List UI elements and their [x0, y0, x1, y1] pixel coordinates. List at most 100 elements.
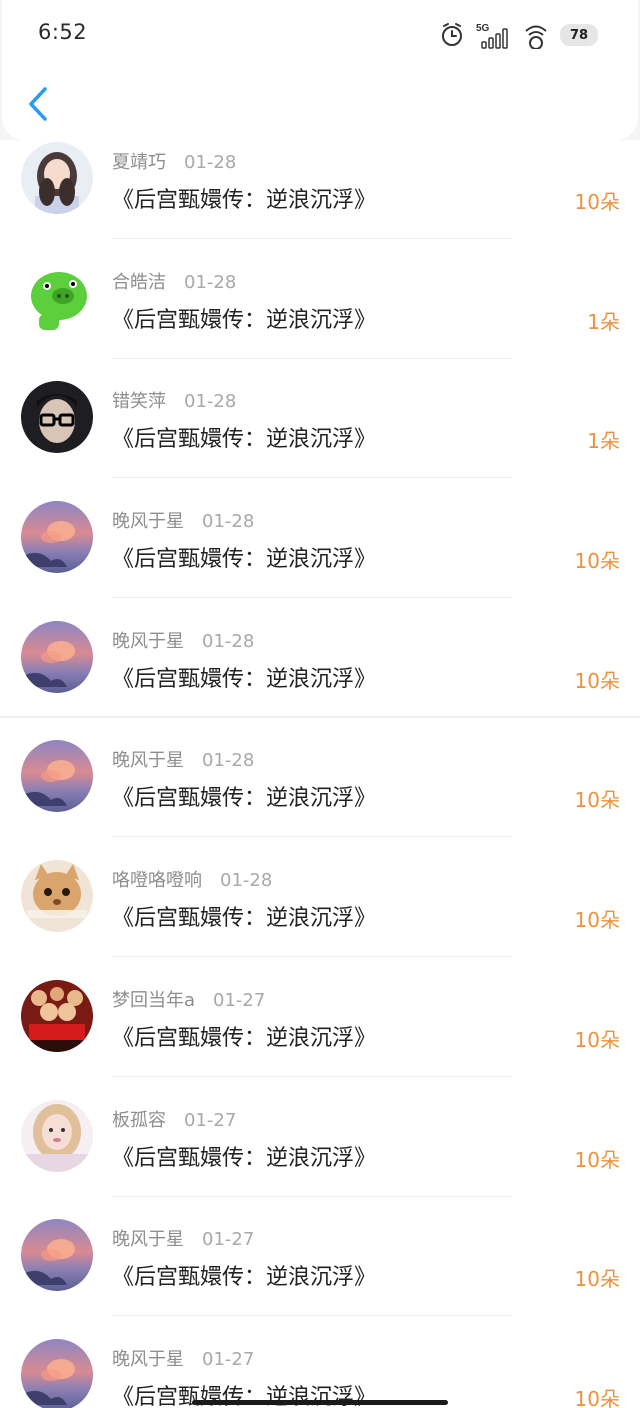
record-meta: 合皓洁 01-28 — [112, 268, 236, 294]
user-avatar[interactable] — [21, 261, 93, 334]
gift-amount: 1朵 — [587, 309, 620, 334]
record-meta: 晚风于星 01-28 — [112, 627, 254, 653]
battery-icon: 78 — [560, 18, 598, 52]
signal-icon: 5G — [476, 18, 512, 52]
record-row[interactable]: 夏靖巧 01-28 《后宫甄嬛传：逆浪沉浮》 10朵 — [0, 140, 640, 260]
record-row[interactable]: 晚风于星 01-28 《后宫甄嬛传：逆浪沉浮》 10朵 — [0, 619, 640, 739]
gift-amount: 10朵 — [574, 190, 620, 214]
row-divider — [112, 238, 512, 239]
record-row[interactable]: 合皓洁 01-28 《后宫甄嬛传：逆浪沉浮》 1朵 — [0, 260, 640, 380]
record-date: 01-27 — [202, 1348, 255, 1370]
gift-amount: 1朵 — [587, 429, 620, 454]
book-title[interactable]: 《后宫甄嬛传：逆浪沉浮》 — [112, 900, 376, 932]
record-row[interactable]: 晚风于星 01-27 《后宫甄嬛传：逆浪沉浮》 10朵 — [0, 1217, 640, 1337]
user-name[interactable]: 错笑萍 — [112, 391, 166, 412]
record-meta: 晚风于星 01-27 — [112, 1345, 254, 1371]
user-avatar[interactable] — [21, 1219, 93, 1292]
status-icons: 5G 78 — [440, 18, 598, 52]
user-avatar[interactable] — [21, 620, 93, 693]
user-name[interactable]: 晚风于星 — [112, 750, 184, 771]
book-title[interactable]: 《后宫甄嬛传：逆浪沉浮》 — [112, 302, 376, 334]
book-title[interactable]: 《后宫甄嬛传：逆浪沉浮》 — [112, 661, 376, 693]
row-divider — [112, 1075, 512, 1077]
header: 6:52 5G 78 — [2, 0, 638, 140]
user-avatar[interactable] — [21, 1338, 93, 1408]
record-row[interactable]: 板孤容 01-27 《后宫甄嬛传：逆浪沉浮》 10朵 — [0, 1098, 640, 1218]
row-divider — [112, 1195, 512, 1197]
gift-amount: 10朵 — [574, 668, 620, 693]
user-avatar[interactable] — [21, 142, 93, 214]
record-date: 01-27 — [213, 989, 266, 1011]
gift-amount: 10朵 — [574, 1147, 620, 1172]
alarm-icon — [440, 18, 464, 52]
network-label: 5G — [476, 23, 490, 34]
user-avatar[interactable] — [21, 740, 93, 813]
record-meta: 错笑萍 01-28 — [112, 387, 236, 413]
screen: 6:52 5G 78 夏靖巧 01-28 《后宫甄嬛传：逆浪沉浮》 10朵 合皓… — [0, 0, 640, 1408]
record-row[interactable]: 晚风于星 01-28 《后宫甄嬛传：逆浪沉浮》 10朵 — [0, 499, 640, 619]
record-date: 01-28 — [184, 271, 237, 293]
user-name[interactable]: 晚风于星 — [112, 1229, 184, 1250]
user-avatar[interactable] — [21, 501, 93, 574]
row-divider — [112, 357, 512, 359]
row-divider — [112, 836, 512, 838]
user-name[interactable]: 晚风于星 — [112, 511, 184, 532]
user-name[interactable]: 板孤容 — [112, 1110, 166, 1131]
gift-record-list: 夏靖巧 01-28 《后宫甄嬛传：逆浪沉浮》 10朵 合皓洁 01-28 《后宫甄嬛传：逆浪… — [0, 140, 640, 1408]
book-title[interactable]: 《后宫甄嬛传：逆浪沉浮》 — [112, 1259, 376, 1291]
record-date: 01-28 — [220, 870, 273, 892]
book-title[interactable]: 《后宫甄嬛传：逆浪沉浮》 — [112, 780, 376, 812]
record-row[interactable]: 晚风于星 01-27 《后宫甄嬛传：逆浪沉浮》 10朵 — [0, 1337, 640, 1408]
record-date: 01-27 — [202, 1229, 255, 1251]
user-avatar[interactable] — [21, 979, 93, 1052]
record-meta: 晚风于星 01-28 — [112, 507, 254, 533]
status-time: 6:52 — [38, 20, 88, 44]
row-divider — [112, 1315, 512, 1317]
book-title[interactable]: 《后宫甄嬛传：逆浪沉浮》 — [112, 182, 376, 214]
back-button[interactable] — [22, 84, 54, 124]
user-name[interactable]: 晚风于星 — [112, 631, 184, 652]
chevron-left-icon — [29, 87, 47, 121]
user-name[interactable]: 咯噔咯噔响 — [112, 870, 202, 891]
record-meta: 咯噔咯噔响 01-28 — [112, 866, 272, 892]
user-name[interactable]: 夏靖巧 — [112, 152, 166, 173]
book-title[interactable]: 《后宫甄嬛传：逆浪沉浮》 — [112, 421, 376, 453]
record-meta: 夏靖巧 01-28 — [112, 148, 236, 174]
row-divider — [112, 477, 512, 479]
record-row[interactable]: 晚风于星 01-28 《后宫甄嬛传：逆浪沉浮》 10朵 — [0, 738, 640, 858]
record-date: 01-27 — [184, 1109, 237, 1131]
record-date: 01-28 — [202, 630, 255, 652]
battery-level: 78 — [560, 24, 598, 46]
record-row[interactable]: 梦回当年a 01-27 《后宫甄嬛传：逆浪沉浮》 10朵 — [0, 978, 640, 1098]
row-divider — [112, 956, 512, 958]
record-meta: 板孤容 01-27 — [112, 1106, 236, 1132]
record-date: 01-28 — [202, 511, 255, 533]
book-title[interactable]: 《后宫甄嬛传：逆浪沉浮》 — [112, 541, 376, 573]
user-name[interactable]: 晚风于星 — [112, 1349, 184, 1370]
home-indicator — [192, 1400, 448, 1405]
record-date: 01-28 — [202, 750, 255, 772]
wifi-icon — [524, 18, 548, 52]
book-title[interactable]: 《后宫甄嬛传：逆浪沉浮》 — [112, 1020, 376, 1052]
gift-amount: 10朵 — [574, 1386, 620, 1408]
gift-amount: 10朵 — [574, 1027, 620, 1052]
user-name[interactable]: 梦回当年a — [112, 990, 195, 1011]
row-divider — [112, 597, 512, 599]
gift-amount: 10朵 — [574, 788, 620, 813]
user-avatar[interactable] — [21, 381, 93, 454]
section-divider — [0, 716, 640, 718]
gift-amount: 10朵 — [574, 1267, 620, 1292]
record-row[interactable]: 错笑萍 01-28 《后宫甄嬛传：逆浪沉浮》 1朵 — [0, 379, 640, 499]
user-avatar[interactable] — [21, 1099, 93, 1172]
gift-amount: 10朵 — [574, 549, 620, 574]
record-row[interactable]: 咯噔咯噔响 01-28 《后宫甄嬛传：逆浪沉浮》 10朵 — [0, 858, 640, 978]
user-avatar[interactable] — [21, 860, 93, 933]
book-title[interactable]: 《后宫甄嬛传：逆浪沉浮》 — [112, 1140, 376, 1172]
user-name[interactable]: 合皓洁 — [112, 272, 166, 293]
record-date: 01-28 — [184, 391, 237, 413]
record-meta: 晚风于星 01-27 — [112, 1225, 254, 1251]
record-date: 01-28 — [184, 152, 237, 173]
record-meta: 晚风于星 01-28 — [112, 746, 254, 772]
record-meta: 梦回当年a 01-27 — [112, 986, 265, 1012]
gift-amount: 10朵 — [574, 908, 620, 933]
